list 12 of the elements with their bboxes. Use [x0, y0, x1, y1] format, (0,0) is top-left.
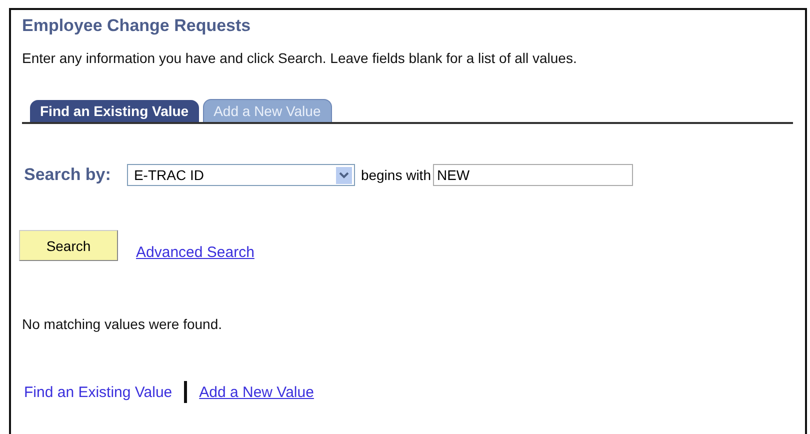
footer-link[interactable]: Add a New Value [199, 384, 314, 400]
instructions-text: Enter any information you have and click Search. Leave fields blank for a list of all values. [22, 50, 578, 66]
search-by-label: Search by: [24, 165, 111, 185]
search-input[interactable]: NEW [432, 164, 633, 186]
page-title: Employee Change Requests [22, 16, 252, 36]
search-button[interactable]: Search [19, 230, 118, 261]
status-message: No matching values were found. [22, 316, 223, 332]
tab[interactable]: Find an Existing Value [30, 100, 199, 122]
search-field-dropdown[interactable]: E-TRAC ID [126, 164, 355, 186]
advanced-search-link[interactable]: Advanced Search [136, 244, 254, 261]
operator-label: begins with [360, 167, 431, 183]
footer-link[interactable]: Find an Existing Value [24, 384, 172, 400]
